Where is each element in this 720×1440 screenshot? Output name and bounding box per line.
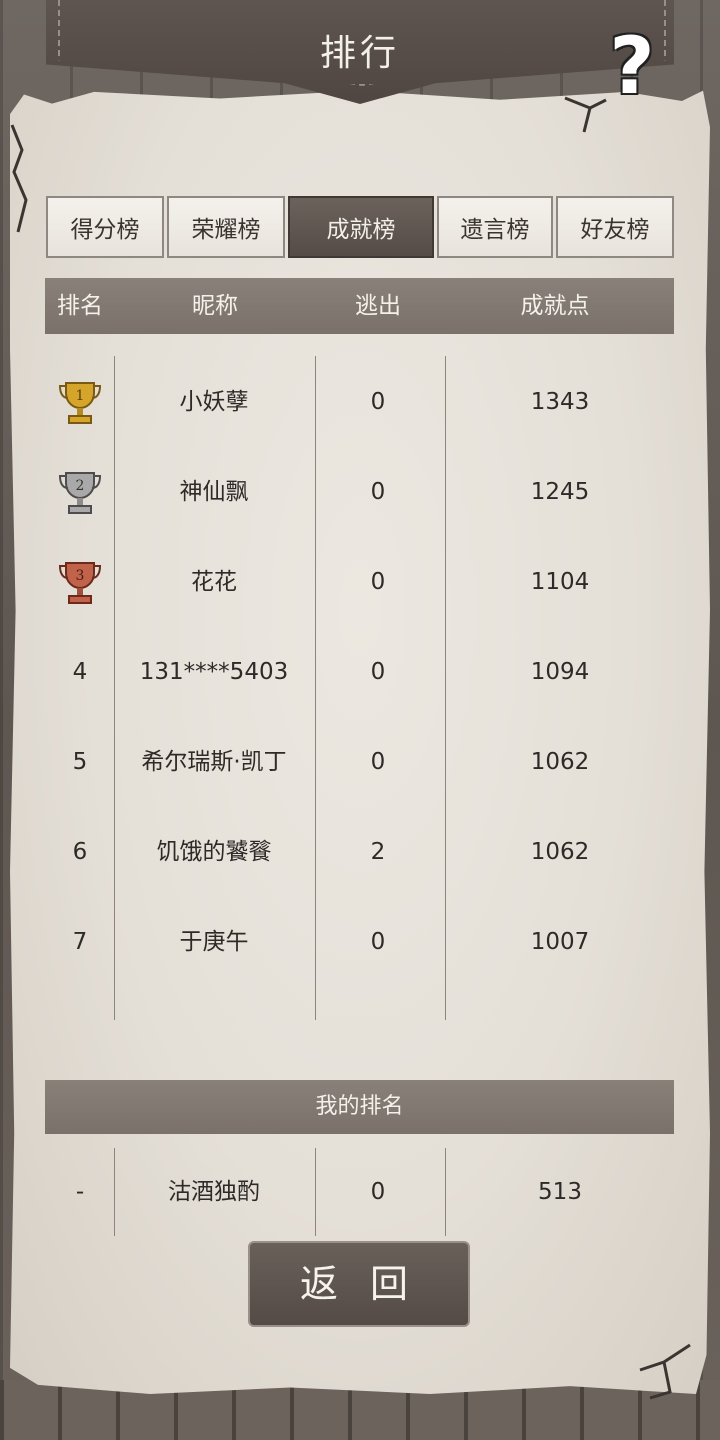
my-rank-row: - 沽酒独酌 0 513 [0, 1147, 720, 1237]
table-row[interactable]: 2 神仙飘 0 1245 [0, 447, 720, 537]
escape-count: 0 [370, 479, 386, 505]
my-rank-header: 我的排名 [45, 1080, 674, 1134]
escape-count: 2 [370, 839, 386, 865]
tab-friends[interactable]: 好友榜 [556, 196, 674, 258]
tab-label: 遗言榜 [460, 217, 530, 243]
player-name: 神仙飘 [179, 479, 249, 505]
achievement-points: 1104 [530, 569, 590, 595]
column-header-points: 成就点 [520, 293, 590, 319]
player-name: 饥饿的饕餮 [156, 839, 272, 865]
bronze-trophy-icon: 3 [58, 562, 102, 604]
player-name: 小妖孽 [179, 389, 249, 415]
table-row[interactable]: 3 花花 0 1104 [0, 537, 720, 627]
svg-text:2: 2 [76, 478, 85, 494]
rank-number: 5 [72, 749, 88, 775]
escape-count: 0 [370, 389, 386, 415]
tab-last-words[interactable]: 遗言榜 [437, 196, 553, 258]
svg-text:1: 1 [76, 388, 85, 404]
tab-achievement[interactable]: 成就榜 [288, 196, 434, 258]
tab-label: 得分榜 [70, 217, 140, 243]
table-header: 排名 昵称 逃出 成就点 [45, 278, 674, 334]
achievement-points: 1062 [530, 749, 590, 775]
column-header-escape: 逃出 [355, 293, 401, 319]
column-header-rank: 排名 [57, 293, 103, 319]
escape-count: 0 [370, 749, 386, 775]
column-header-nickname: 昵称 [192, 293, 238, 319]
table-row[interactable]: 7 于庚午 0 1007 [0, 897, 720, 987]
svg-text:3: 3 [76, 568, 85, 584]
tab-honor[interactable]: 荣耀榜 [167, 196, 285, 258]
my-achievement-points: 513 [538, 1179, 582, 1205]
back-button[interactable]: 返 回 [248, 1241, 470, 1327]
table-row[interactable]: 1 小妖孽 0 1343 [0, 357, 720, 447]
tab-label: 好友榜 [580, 217, 650, 243]
my-escape-count: 0 [370, 1179, 386, 1205]
achievement-points: 1245 [530, 479, 590, 505]
achievement-points: 1062 [530, 839, 590, 865]
my-name: 沽酒独酌 [168, 1179, 260, 1205]
help-icon[interactable]: ? [596, 26, 668, 108]
tab-label: 成就榜 [326, 217, 396, 243]
table-row[interactable]: 6 饥饿的饕餮 2 1062 [0, 807, 720, 897]
gold-trophy-icon: 1 [58, 382, 102, 424]
player-name: 花花 [191, 569, 237, 595]
rank-number: 4 [72, 659, 88, 685]
rank-number: 6 [72, 839, 88, 865]
escape-count: 0 [370, 569, 386, 595]
tab-label: 荣耀榜 [191, 217, 261, 243]
player-name: 希尔瑞斯·凯丁 [141, 749, 287, 775]
rank-number: 7 [72, 929, 88, 955]
silver-trophy-icon: 2 [58, 472, 102, 514]
achievement-points: 1094 [530, 659, 590, 685]
escape-count: 0 [370, 659, 386, 685]
leaderboard-tabs: 得分榜 荣耀榜 成就榜 遗言榜 好友榜 [46, 196, 674, 258]
branch-decoration-bottom [639, 1343, 691, 1400]
player-name: 于庚午 [179, 929, 249, 955]
tab-score[interactable]: 得分榜 [46, 196, 164, 258]
achievement-points: 1343 [530, 389, 590, 415]
achievement-points: 1007 [530, 929, 590, 955]
table-row[interactable]: 4 131****5403 0 1094 [0, 627, 720, 717]
player-name: 131****5403 [139, 659, 289, 685]
escape-count: 0 [370, 929, 386, 955]
my-rank-number: - [75, 1179, 85, 1205]
table-row[interactable]: 5 希尔瑞斯·凯丁 0 1062 [0, 717, 720, 807]
